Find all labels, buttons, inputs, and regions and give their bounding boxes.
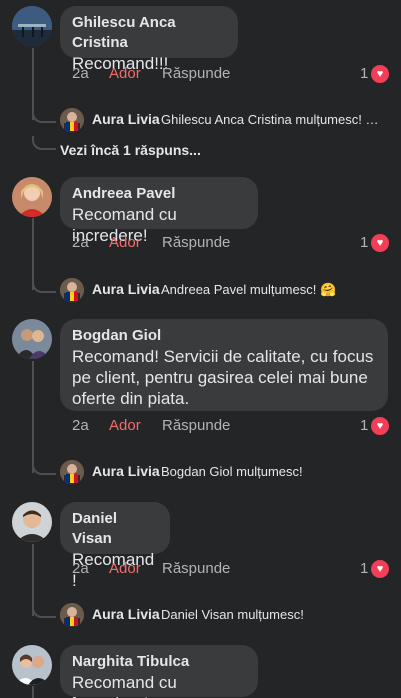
like-button[interactable]: Ador: [109, 557, 141, 581]
comment-bubble[interactable]: Bogdan Giol Recomand! Servicii de calita…: [60, 319, 388, 411]
avatar[interactable]: [12, 502, 52, 542]
like-button[interactable]: Ador: [109, 62, 141, 86]
reaction-count[interactable]: 1: [360, 231, 368, 255]
reply-preview[interactable]: Aura Livia Andreea Pavel mulțumesc! 🤗: [60, 278, 395, 304]
reply-author[interactable]: Aura Livia: [92, 606, 160, 622]
comment-bubble[interactable]: Ghilescu Anca Cristina Recomand!!!: [60, 6, 238, 73]
reply-text: Daniel Visan mulțumesc!: [161, 607, 304, 622]
avatar[interactable]: [12, 177, 52, 217]
reply-button[interactable]: Răspunde: [162, 62, 230, 86]
thread-line: [32, 361, 34, 473]
comment-author[interactable]: Andreea Pavel: [72, 184, 246, 204]
reply-author[interactable]: Aura Livia: [92, 111, 160, 127]
avatar[interactable]: [12, 6, 52, 46]
reply-preview[interactable]: Aura Livia Daniel Visan mulțumesc!: [60, 603, 395, 629]
comment-time[interactable]: 2a: [72, 414, 89, 438]
reply-preview[interactable]: Aura Livia Bogdan Giol mulțumesc!: [60, 460, 395, 486]
romania-flag-icon: [66, 474, 78, 483]
reply-connector: [32, 461, 56, 475]
reply-author[interactable]: Aura Livia: [92, 281, 160, 297]
avatar[interactable]: [12, 645, 52, 685]
reply-connector: [32, 604, 56, 618]
comment-author[interactable]: Ghilescu Anca Cristina: [72, 13, 226, 53]
avatar[interactable]: [12, 319, 52, 359]
comment-actions: 2a Ador Răspunde 1 ♥: [72, 414, 392, 438]
romania-flag-icon: [66, 122, 78, 131]
reaction-count[interactable]: 1: [360, 62, 368, 86]
reply-connector: [32, 279, 56, 293]
reply-author[interactable]: Aura Livia: [92, 463, 160, 479]
comment-actions: 2a Ador Răspunde 1 ♥: [72, 62, 392, 86]
like-button[interactable]: Ador: [109, 231, 141, 255]
reaction-count[interactable]: 1: [360, 557, 368, 581]
reply-text: Bogdan Giol mulțumesc!: [161, 464, 303, 479]
comment-time[interactable]: 2a: [72, 231, 89, 255]
comment-author[interactable]: Bogdan Giol: [72, 326, 376, 346]
comment-actions: 2a Ador Răspunde 1 ♥: [72, 231, 392, 255]
comment-text-line: oferte din piata.: [72, 389, 190, 408]
reaction-count[interactable]: 1: [360, 414, 368, 438]
reply-preview[interactable]: Aura Livia Ghilescu Anca Cristina mulțum…: [60, 108, 395, 134]
comment-author[interactable]: Daniel Visan: [72, 509, 158, 549]
reply-button[interactable]: Răspunde: [162, 414, 230, 438]
heart-reaction-icon[interactable]: ♥: [371, 234, 389, 252]
thread-line: [32, 686, 34, 698]
view-more-replies-link[interactable]: Vezi încă 1 răspuns...: [60, 142, 201, 158]
reply-connector: [32, 109, 56, 123]
comment-time[interactable]: 2a: [72, 62, 89, 86]
comment-text-line: Recomand! Servicii de calitate, cu focus: [72, 347, 374, 366]
comment-text: Recomand cu încredere!: [72, 673, 177, 698]
reply-text: Ghilescu Anca Cristina mulțumesc! …: [161, 112, 379, 127]
comment-time[interactable]: 2a: [72, 557, 89, 581]
comment-bubble[interactable]: Narghita Tibulca Recomand cu încredere!: [60, 645, 258, 698]
romania-flag-icon: [66, 617, 78, 626]
comment-text-line: pe client, pentru gasirea celei mai bune: [72, 368, 368, 387]
reply-connector: [32, 136, 56, 150]
heart-reaction-icon[interactable]: ♥: [371, 560, 389, 578]
like-button[interactable]: Ador: [109, 414, 141, 438]
reply-text: Andreea Pavel mulțumesc! 🤗: [161, 282, 337, 297]
heart-reaction-icon[interactable]: ♥: [371, 65, 389, 83]
comment-actions: 2a Ador Răspunde 1 ♥: [72, 557, 392, 581]
comment-bubble[interactable]: Daniel Visan Recomand !: [60, 502, 170, 590]
romania-flag-icon: [66, 292, 78, 301]
comment-bubble[interactable]: Andreea Pavel Recomand cu incredere!: [60, 177, 258, 245]
reply-button[interactable]: Răspunde: [162, 231, 230, 255]
reply-button[interactable]: Răspunde: [162, 557, 230, 581]
heart-reaction-icon[interactable]: ♥: [371, 417, 389, 435]
comment-author[interactable]: Narghita Tibulca: [72, 652, 246, 672]
